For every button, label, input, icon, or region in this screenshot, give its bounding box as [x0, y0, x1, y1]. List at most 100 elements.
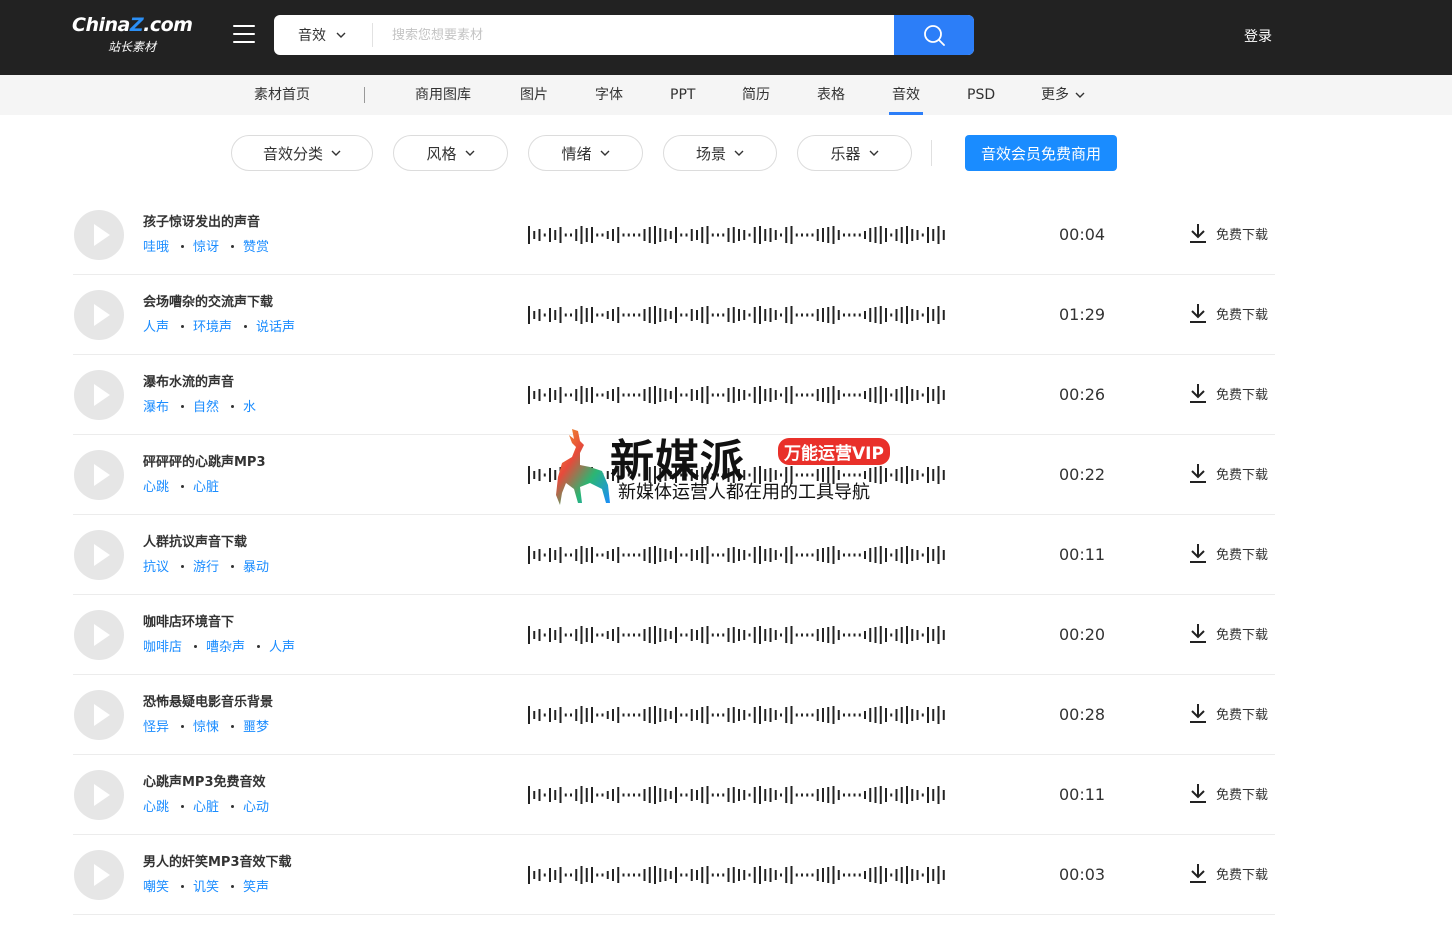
play-button[interactable] — [74, 210, 124, 260]
sound-tag[interactable]: 人声 — [143, 316, 169, 335]
waveform[interactable] — [528, 303, 948, 327]
waveform-bar — [570, 793, 572, 797]
waveform[interactable] — [528, 223, 948, 247]
sound-tag[interactable]: 自然 — [193, 396, 219, 415]
download-button[interactable]: 免费下载 — [1188, 302, 1268, 324]
sound-tag[interactable]: 赞赏 — [243, 236, 269, 255]
download-button[interactable]: 免费下载 — [1188, 862, 1268, 884]
sound-tag[interactable]: 水 — [243, 396, 256, 415]
nav-item-images[interactable]: 图片 — [520, 75, 548, 115]
download-button[interactable]: 免费下载 — [1188, 222, 1268, 244]
download-icon — [1190, 784, 1206, 803]
play-button[interactable] — [74, 850, 124, 900]
hamburger-menu-icon[interactable] — [233, 25, 255, 45]
filter-mood-dropdown[interactable]: 情绪 — [528, 135, 643, 171]
sound-tag[interactable]: 讥笑 — [193, 876, 219, 895]
sound-title[interactable]: 人群抗议声音下载 — [143, 531, 247, 550]
play-button[interactable] — [74, 530, 124, 580]
sound-tag[interactable]: 暴动 — [243, 556, 269, 575]
play-button[interactable] — [74, 690, 124, 740]
waveform-bar — [659, 388, 662, 402]
filter-scene-dropdown[interactable]: 场景 — [663, 135, 777, 171]
download-button[interactable]: 免费下载 — [1188, 622, 1268, 644]
sound-tag[interactable]: 环境声 — [193, 316, 232, 335]
sound-tag[interactable]: 噩梦 — [243, 716, 269, 735]
sound-title[interactable]: 男人的奸笑MP3音效下载 — [143, 851, 292, 870]
waveform-bar — [858, 233, 861, 237]
login-link[interactable]: 登录 — [1244, 26, 1272, 46]
waveform-bar — [806, 233, 809, 237]
filter-category-dropdown[interactable]: 音效分类 — [231, 135, 373, 171]
search-input[interactable] — [384, 15, 889, 55]
waveform-bar — [769, 548, 772, 562]
download-button[interactable]: 免费下载 — [1188, 542, 1268, 564]
search-button[interactable] — [894, 15, 974, 55]
download-button[interactable]: 免费下载 — [1188, 462, 1268, 484]
waveform-bar — [848, 633, 851, 637]
nav-item-resume[interactable]: 简历 — [742, 75, 770, 115]
nav-item-home[interactable]: 素材首页 — [254, 75, 310, 115]
waveform-bar — [685, 873, 688, 877]
sound-title[interactable]: 心跳声MP3免费音效 — [143, 771, 266, 790]
sound-tag[interactable]: 怪异 — [143, 716, 169, 735]
sound-tag[interactable]: 心跳 — [143, 476, 169, 495]
waveform[interactable] — [528, 383, 948, 407]
waveform[interactable] — [528, 543, 948, 567]
nav-item-psd[interactable]: PSD — [967, 75, 995, 115]
search-category-dropdown[interactable]: 音效 — [274, 15, 372, 55]
sound-tag[interactable]: 心动 — [243, 796, 269, 815]
waveform[interactable] — [528, 783, 948, 807]
waveform-bar — [759, 306, 761, 324]
sound-tag[interactable]: 瀑布 — [143, 396, 169, 415]
sound-tag[interactable]: 说话声 — [256, 316, 295, 335]
sound-tag[interactable]: 咖啡店 — [143, 636, 182, 655]
sound-tag[interactable]: 心跳 — [143, 796, 169, 815]
waveform[interactable] — [528, 623, 948, 647]
nav-item-stock[interactable]: 商用图库 — [415, 75, 471, 115]
sound-tag[interactable]: 惊悚 — [193, 716, 219, 735]
nav-item-audio[interactable]: 音效 — [889, 75, 923, 115]
waveform-bar — [580, 626, 583, 644]
waveform-bar — [848, 713, 851, 717]
download-label: 免费下载 — [1216, 307, 1269, 323]
sound-title[interactable]: 砰砰砰的心跳声MP3 — [143, 451, 266, 470]
waveform-bar — [790, 866, 793, 884]
filter-style-dropdown[interactable]: 风格 — [393, 135, 508, 171]
sound-tag[interactable]: 惊讶 — [193, 236, 219, 255]
sound-tag[interactable]: 哇哦 — [143, 236, 169, 255]
vip-free-commercial-button[interactable]: 音效会员免费商用 — [965, 135, 1117, 171]
sound-tag[interactable]: 笑声 — [243, 876, 269, 895]
sound-tag[interactable]: 游行 — [193, 556, 219, 575]
play-button[interactable] — [74, 770, 124, 820]
site-logo[interactable]: ChinaZ.com 站长素材 — [72, 12, 202, 60]
sound-title[interactable]: 恐怖悬疑电影音乐背景 — [143, 691, 273, 710]
play-button[interactable] — [74, 290, 124, 340]
nav-item-fonts[interactable]: 字体 — [595, 75, 623, 115]
sound-tag[interactable]: 嘈杂声 — [206, 636, 245, 655]
play-button[interactable] — [74, 610, 124, 660]
sound-tag[interactable]: 嘲笑 — [143, 876, 169, 895]
play-button[interactable] — [74, 450, 124, 500]
sound-title[interactable]: 咖啡店环境音下 — [143, 611, 234, 630]
filter-instrument-dropdown[interactable]: 乐器 — [797, 135, 912, 171]
waveform-bar — [864, 551, 866, 559]
sound-title[interactable]: 会场嘈杂的交流声下载 — [143, 291, 273, 310]
nav-item-ppt[interactable]: PPT — [670, 75, 695, 115]
sound-tag[interactable]: 人声 — [269, 636, 295, 655]
sound-tag[interactable]: 抗议 — [143, 556, 169, 575]
waveform-bar — [680, 713, 683, 717]
download-button[interactable]: 免费下载 — [1188, 702, 1268, 724]
sound-title[interactable]: 瀑布水流的声音 — [143, 371, 234, 390]
nav-item-more[interactable]: 更多 — [1041, 75, 1085, 115]
waveform-bar — [911, 389, 914, 401]
waveform[interactable] — [528, 863, 948, 887]
nav-item-sheets[interactable]: 表格 — [817, 75, 845, 115]
sound-tag[interactable]: 心脏 — [193, 796, 219, 815]
sound-title[interactable]: 孩子惊讶发出的声音 — [143, 211, 260, 230]
download-button[interactable]: 免费下载 — [1188, 382, 1268, 404]
sound-tags: 人声 环境声 说话声 — [143, 316, 295, 335]
sound-tag[interactable]: 心脏 — [193, 476, 219, 495]
play-button[interactable] — [74, 370, 124, 420]
waveform[interactable] — [528, 703, 948, 727]
download-button[interactable]: 免费下载 — [1188, 782, 1268, 804]
